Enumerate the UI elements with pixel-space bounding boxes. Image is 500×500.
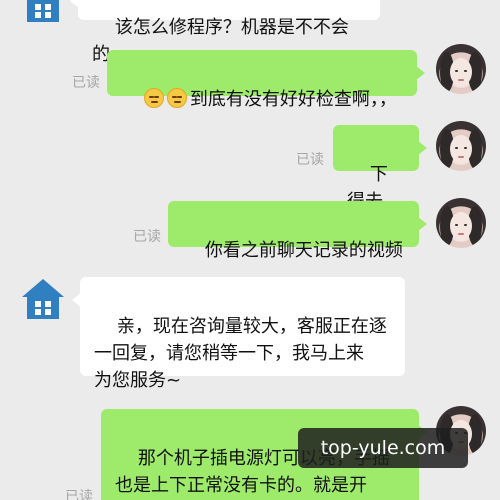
sent-message-bubble[interactable]: 到底有没有好好检查啊，， — [107, 50, 425, 110]
user-avatar[interactable] — [436, 121, 486, 171]
read-status: 已读 — [133, 229, 161, 245]
received-message-bubble[interactable]: 亲，现在咨询量较大，客服正在逐 一回复，请您稍等一下，我马上来 为您服务~ — [72, 277, 405, 391]
read-status: 已读 — [65, 489, 93, 500]
shop-avatar-icon[interactable] — [18, 275, 68, 325]
user-avatar[interactable] — [436, 44, 486, 94]
chat-message-area: 该怎么修程序？机器是不不会的 已读 到底有没有好好检查啊，， 已读 下得去 已读… — [0, 0, 500, 500]
read-status: 已读 — [296, 152, 324, 168]
sent-message-bubble[interactable]: 下得去 — [333, 125, 427, 212]
received-message-bubble[interactable]: 该怎么修程序？机器是不不会的 — [70, 0, 380, 65]
shop-avatar-icon[interactable] — [18, 0, 68, 28]
message-text: 到底有没有好好检查啊，， — [189, 89, 397, 110]
watermark-label: top-yule.com — [298, 428, 468, 468]
unamused-face-emoji — [166, 88, 187, 108]
message-text: 亲，现在咨询量较大，客服正在逐 一回复，请您稍等一下，我马上来 为您服务~ — [94, 316, 387, 391]
sent-message-bubble[interactable]: 你看之前聊天记录的视频 — [168, 201, 427, 261]
message-text: 你看之前聊天记录的视频 — [204, 240, 403, 261]
unamused-face-emoji — [143, 88, 164, 108]
user-avatar[interactable] — [436, 198, 486, 248]
read-status: 已读 — [72, 75, 100, 91]
